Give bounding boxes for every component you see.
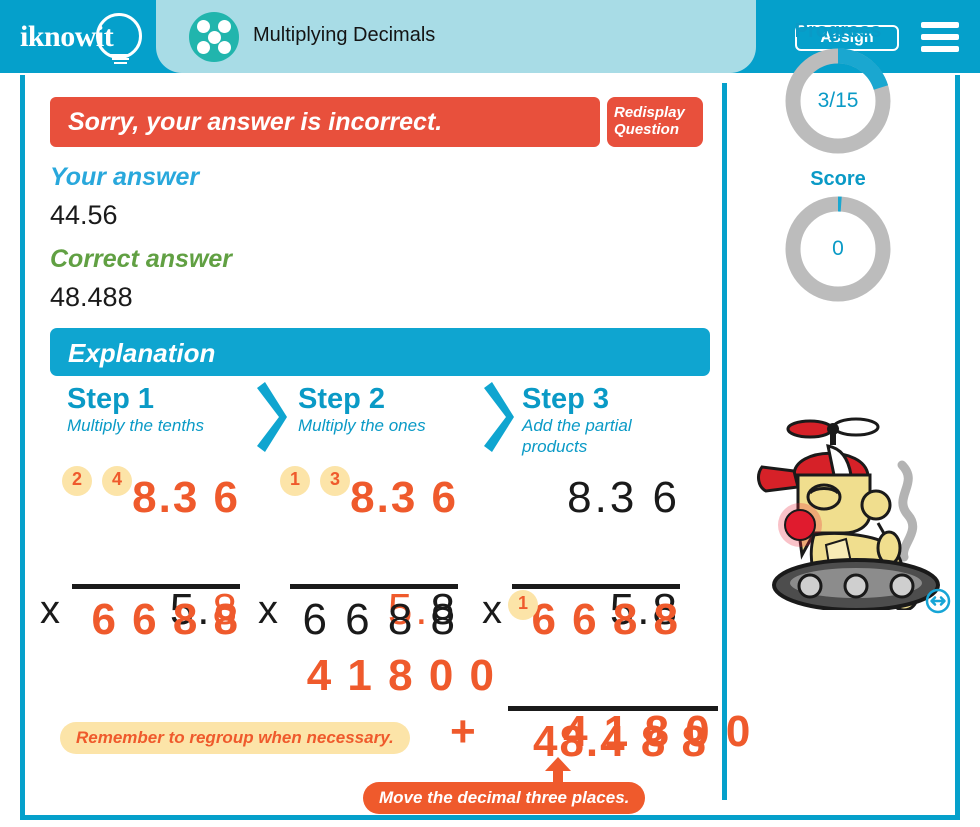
step-1: Step 1 Multiply the tenths [67, 383, 257, 436]
step-2-partial-1: 6 6 8 8 [302, 595, 458, 644]
topic-pill [156, 0, 756, 73]
step-2-number: Step 2 [298, 383, 386, 415]
your-answer-value: 44.56 [50, 200, 118, 230]
correct-answer-label: Correct answer [50, 245, 233, 273]
progress-label: Progress [794, 20, 882, 42]
step-3-partial-1: 6 6 8 8 [531, 595, 680, 644]
chevron-right-icon-1 [253, 382, 287, 452]
score-ring: 0 [783, 194, 893, 304]
chevron-right-icon-2 [480, 382, 514, 452]
step-1-carry-1: 2 [62, 466, 92, 496]
five-dots-badge-icon [189, 12, 239, 62]
step-1-work: 2 4 8.3 6 x 5.8 6 6 8 8 [40, 466, 240, 648]
feedback-banner: Sorry, your answer is incorrect. [50, 97, 600, 147]
step-2-operator: x [258, 588, 281, 632]
step-1-operator: x [40, 588, 63, 632]
progress-value: 3/15 [817, 89, 859, 112]
step-3-multiplier-row: x 5.8 [450, 526, 680, 634]
lightbulb-base-icon [110, 54, 130, 66]
step-3-work: 8.3 6 x 5.8 1 6 6 8 8 +4 1 8 0 0 48.4 8 8 [450, 470, 750, 770]
step-3-number: Step 3 [522, 383, 610, 415]
explanation-title: Explanation [68, 338, 216, 368]
your-answer-label: Your answer [50, 163, 200, 191]
explanation-header: Explanation [50, 328, 710, 376]
redisplay-line-1: Redisplay [614, 104, 685, 121]
redisplay-question-button[interactable]: Redisplay Question [607, 97, 703, 147]
step-3-carry-1: 1 [508, 590, 538, 620]
feedback-message: Sorry, your answer is incorrect. [68, 108, 443, 136]
step-1-product: 6 6 8 8 [91, 595, 240, 644]
robot-mascot-icon [752, 405, 952, 612]
step-3-plus-sign: + [450, 707, 478, 756]
step-2-work: 1 3 8.3 6 x 5.8 6 6 8 8 4 1 8 0 0 [258, 466, 494, 704]
logo-text: iknowit [20, 20, 114, 53]
progress-ring: 3/15 [783, 46, 893, 156]
iknowit-logo[interactable]: iknowit [18, 10, 150, 66]
step-1-subtitle: Multiply the tenths [67, 416, 205, 435]
step-2-carry-2: 3 [320, 466, 350, 496]
correct-answer-value: 48.488 [50, 282, 133, 312]
hint-regroup: Remember to regroup when necessary. [60, 722, 410, 754]
step-1-multiplier-row: x 5.8 [40, 526, 240, 634]
step-3-subtitle: Add the partial products [522, 416, 632, 456]
step-3: Step 3 Add the partial products [522, 383, 672, 457]
topic-title: Multiplying Decimals [253, 24, 436, 46]
hint-move-decimal: Move the decimal three places. [363, 782, 646, 814]
step-2-subtitle: Multiply the ones [298, 416, 426, 435]
step-3-multiplicand: 8.3 6 [567, 473, 680, 522]
score-value: 0 [832, 237, 844, 260]
step-1-carry-2: 4 [102, 466, 132, 496]
redisplay-line-2: Question [614, 121, 680, 138]
step-2: Step 2 Multiply the ones [298, 383, 488, 436]
step-2-multiplier-row: x 5.8 [258, 526, 458, 634]
resize-horizontal-icon[interactable] [925, 588, 951, 614]
step-1-number: Step 1 [67, 383, 155, 415]
vertical-divider [722, 83, 727, 800]
step-2-carry-1: 1 [280, 466, 310, 496]
score-label: Score [810, 168, 866, 190]
app-root: iknowit Multiplying Decimals Assign Sorr… [0, 0, 980, 827]
